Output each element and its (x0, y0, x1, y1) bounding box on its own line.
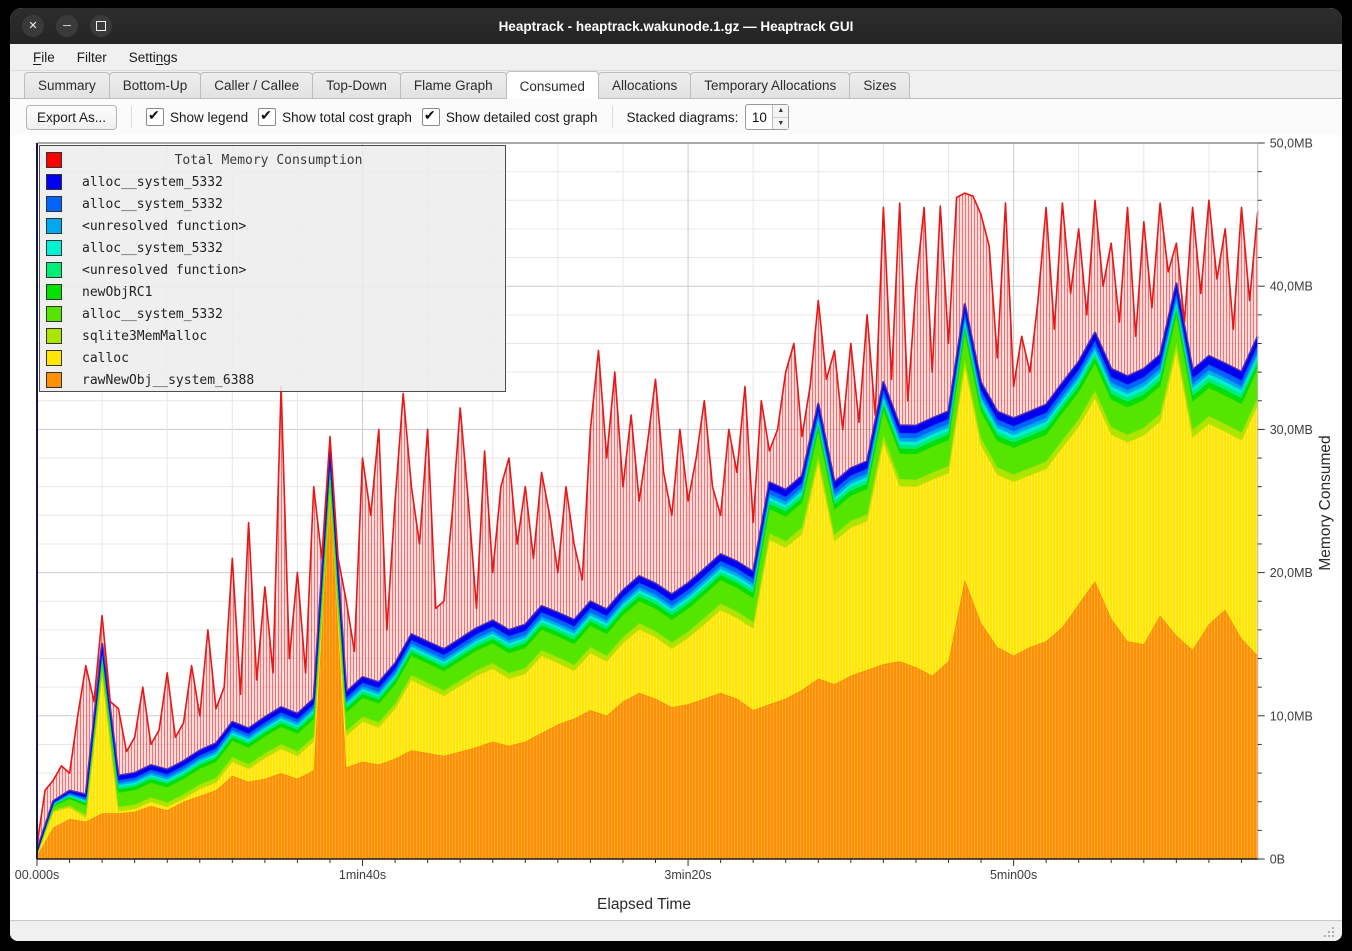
menu-item-filter[interactable]: Filter (68, 47, 116, 68)
legend-swatch-icon (46, 218, 62, 234)
tab-bottom-up[interactable]: Bottom-Up (109, 72, 202, 98)
menu-item-file[interactable]: File (24, 47, 64, 68)
toolbar-separator (131, 106, 132, 128)
maximize-button[interactable] (90, 15, 112, 37)
legend-entry: sqlite3MemMalloc (40, 325, 505, 347)
legend-swatch-icon (46, 372, 62, 388)
checkbox-show-legend[interactable]: Show legend (146, 108, 248, 126)
legend-label: sqlite3MemMalloc (82, 329, 207, 344)
legend-label: alloc__system_5332 (82, 197, 223, 212)
tab-flame-graph[interactable]: Flame Graph (400, 72, 507, 98)
legend-swatch-icon (46, 284, 62, 300)
maximize-icon (96, 21, 106, 31)
legend-title: Total Memory Consumption (62, 153, 475, 168)
tab-temporary-allocations[interactable]: Temporary Allocations (690, 72, 850, 98)
legend-entry: calloc (40, 347, 505, 369)
y-axis-title: Memory Consumed (1317, 435, 1334, 570)
legend-entry: alloc__system_5332 (40, 237, 505, 259)
y-tick-label: 30,0MB (1270, 423, 1313, 437)
tab-sizes[interactable]: Sizes (849, 72, 910, 98)
y-tick-label: 20,0MB (1270, 566, 1313, 580)
x-tick-label: 00.000s (15, 868, 59, 882)
legend-swatch-icon (46, 240, 62, 256)
checkbox-label: Show total cost graph (282, 110, 412, 125)
legend-label: alloc__system_5332 (82, 175, 223, 190)
tab-allocations[interactable]: Allocations (598, 72, 691, 98)
y-tick-label: 50,0MB (1270, 137, 1313, 151)
legend-swatch-icon (46, 196, 62, 212)
legend-entry: newObjRC1 (40, 281, 505, 303)
checkbox-icon[interactable] (258, 108, 276, 126)
legend-entry: <unresolved function> (40, 215, 505, 237)
window-controls: ✕ ─ (22, 15, 112, 37)
checkbox-icon[interactable] (146, 108, 164, 126)
close-button[interactable]: ✕ (22, 15, 44, 37)
minimize-button[interactable]: ─ (56, 15, 78, 37)
tab-summary[interactable]: Summary (24, 72, 110, 98)
legend-swatch-icon (46, 262, 62, 278)
tab-bar: SummaryBottom-UpCaller / CalleeTop-DownF… (10, 71, 1342, 99)
legend-swatch-icon (46, 306, 62, 322)
legend-swatch-icon (46, 174, 62, 190)
x-tick-label: 5min00s (990, 868, 1037, 882)
checkbox-icon[interactable] (422, 108, 440, 126)
spin-down-button[interactable]: ▼ (773, 118, 788, 130)
title-bar: ✕ ─ Heaptrack - heaptrack.wakunode.1.gz … (10, 8, 1342, 44)
status-bar (10, 920, 1342, 941)
legend-label: rawNewObj__system_6388 (82, 373, 254, 388)
legend-label: calloc (82, 351, 129, 366)
x-tick-label: 1min40s (339, 868, 386, 882)
toolbar: Export As... Show legend Show total cost … (10, 99, 1342, 135)
stacked-diagrams-label: Stacked diagrams: (627, 110, 739, 125)
x-tick-label: 3min20s (664, 868, 711, 882)
x-axis-title: Elapsed Time (597, 896, 691, 913)
menu-item-settings[interactable]: Settings (120, 47, 187, 68)
legend-swatch-icon (46, 328, 62, 344)
export-as-button[interactable]: Export As... (26, 105, 117, 130)
legend-label: alloc__system_5332 (82, 241, 223, 256)
chart-legend: Total Memory Consumption alloc__system_53… (39, 145, 506, 392)
legend-label: <unresolved function> (82, 263, 246, 278)
tab-top-down[interactable]: Top-Down (312, 72, 401, 98)
y-tick-label: 10,0MB (1270, 709, 1313, 723)
checkbox-label: Show detailed cost graph (446, 110, 598, 125)
legend-entry: alloc__system_5332 (40, 193, 505, 215)
legend-entry: alloc__system_5332 (40, 171, 505, 193)
app-window: ✕ ─ Heaptrack - heaptrack.wakunode.1.gz … (10, 8, 1342, 941)
legend-swatch-icon (46, 350, 62, 366)
legend-entry: <unresolved function> (40, 259, 505, 281)
legend-label: alloc__system_5332 (82, 307, 223, 322)
checkbox-label: Show legend (170, 110, 248, 125)
stacked-diagrams-value: 10 (746, 105, 772, 129)
legend-title-row: Total Memory Consumption (40, 149, 505, 171)
resize-grip-icon[interactable] (1322, 925, 1336, 939)
legend-entry: alloc__system_5332 (40, 303, 505, 325)
legend-swatch-icon (46, 152, 62, 168)
spin-up-button[interactable]: ▲ (773, 105, 788, 118)
legend-label: <unresolved function> (82, 219, 246, 234)
tab-caller-callee[interactable]: Caller / Callee (200, 72, 313, 98)
window-title: Heaptrack - heaptrack.wakunode.1.gz — He… (10, 19, 1342, 34)
y-tick-label: 0B (1270, 853, 1285, 867)
checkbox-show-detailed-cost-graph[interactable]: Show detailed cost graph (422, 108, 598, 126)
menu-bar: FileFilterSettings (10, 44, 1342, 71)
checkbox-show-total-cost-graph[interactable]: Show total cost graph (258, 108, 412, 126)
toolbar-separator (612, 106, 613, 128)
y-tick-label: 40,0MB (1270, 280, 1313, 294)
stacked-diagrams-spinbox[interactable]: 10 ▲ ▼ (745, 104, 789, 130)
legend-entry: rawNewObj__system_6388 (40, 369, 505, 391)
consumed-chart-panel: 00.000s 1min40s 3min20s 5min00s 0B 10,0MB 20,0… (10, 135, 1342, 920)
spin-buttons: ▲ ▼ (772, 105, 788, 129)
legend-label: newObjRC1 (82, 285, 152, 300)
checkbox-row: Show legend Show total cost graph Show det… (146, 108, 598, 126)
tab-consumed[interactable]: Consumed (506, 71, 599, 99)
stacked-diagrams-control: Stacked diagrams: 10 ▲ ▼ (627, 104, 790, 130)
